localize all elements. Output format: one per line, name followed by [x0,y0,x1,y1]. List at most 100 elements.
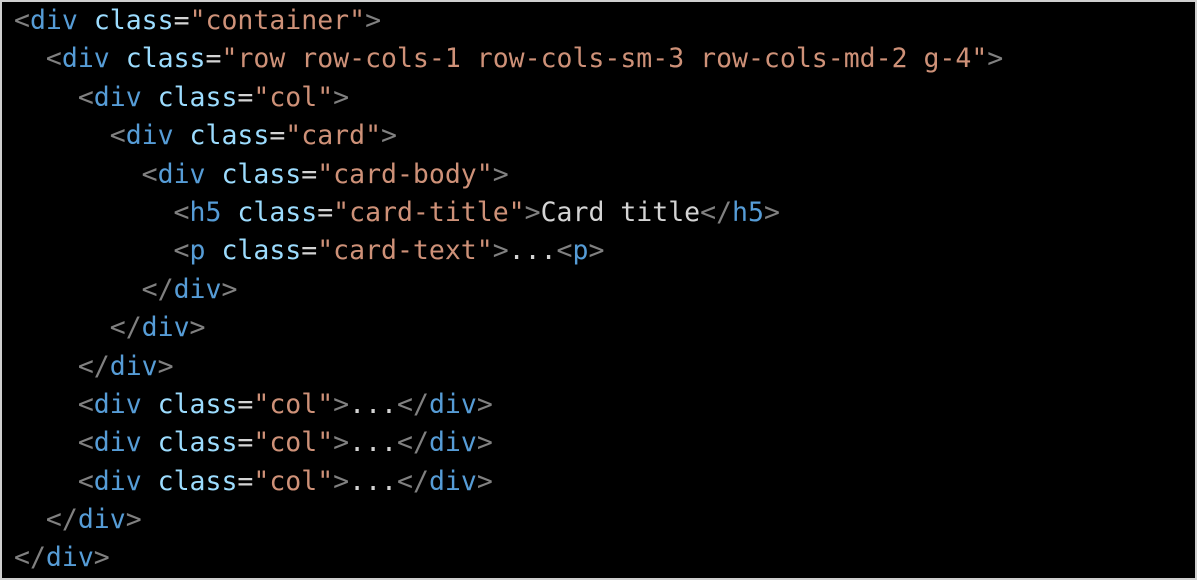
code-token-eq: = [237,81,254,113]
code-token-text: ... [349,427,398,459]
code-token-tag: div [93,465,142,497]
code-token-punct: > [476,465,493,497]
code-token-tag: div [141,312,190,344]
code-token-punct: </ [77,350,110,382]
code-token-punct: > [476,427,493,459]
code-token-attr: class [221,235,302,267]
code-snippet-panel: <div class="container"> <div class="row … [0,0,1197,580]
code-token-tag: div [45,542,94,574]
code-token-punct: > [365,5,382,36]
code-token-attr: class [125,43,206,75]
code-token-punct: < [77,388,94,420]
code-token-attr: class [157,465,238,497]
code-token-punct: > [221,273,238,305]
code-token-attr: class [157,427,238,459]
code-token-str: "card-title" [333,196,525,228]
code-token-eq: = [237,388,254,420]
code-token-tag: div [93,81,142,113]
code-token-attr: class [189,120,270,152]
code-token-attr: class [157,388,238,420]
code-token-eq: = [173,5,190,36]
code-token-text: Card title [540,196,701,228]
code-token-punct: > [93,542,110,574]
code-token-eq: = [317,196,334,228]
code-token-str: "col" [253,81,334,113]
code-token-punct: </ [14,542,46,574]
code-token-punct: > [189,312,206,344]
code-token-punct: </ [45,504,78,536]
code-token-punct: > [333,427,350,459]
code-line: </div> [14,271,1195,309]
code-token-attr: class [157,81,238,113]
code-token-tag: div [428,427,477,459]
code-token-tag: p [572,235,589,267]
code-token-punct: > [524,196,541,228]
code-token-tag: h5 [189,196,222,228]
code-token-punct: </ [700,196,733,228]
code-token-punct: </ [109,312,142,344]
code-token-text: ... [349,388,398,420]
code-line: <div class="card-body"> [14,156,1195,194]
code-token-tag: div [428,465,477,497]
code-token-str: "col" [253,465,334,497]
code-token-attr: class [221,158,302,190]
code-token-punct: > [381,120,397,152]
code-token-str: "card" [285,120,382,152]
code-token-punct: > [333,81,350,113]
code-line: <div class="col"> [14,79,1195,117]
code-token-punct: > [333,388,350,420]
code-token-punct: < [14,5,30,36]
code-token-eq: = [237,465,254,497]
code-line: <p class="card-text">...<p> [14,232,1195,270]
code-token-str: "card-text" [317,235,493,267]
code-token-punct: </ [397,465,429,497]
code-line: <div class="col">...</div> [14,424,1195,462]
code-token-punct: > [763,196,780,228]
code-token-punct: > [492,235,509,267]
code-token-eq: = [205,43,222,75]
code-token-tag: div [61,43,110,75]
code-token-tag: div [109,350,158,382]
code-line: </div> [14,348,1195,386]
code-token-punct: < [173,235,190,267]
code-token-attr: class [237,196,318,228]
code-token-text: ... [349,465,398,497]
code-token-tag: div [428,388,477,420]
code-token-punct: < [173,196,190,228]
code-token-punct: > [476,388,493,420]
code-token-str: "container" [189,5,366,36]
code-token-tag: div [93,427,142,459]
code-line: </div> [14,539,1195,577]
code-token-punct: < [141,158,158,190]
code-line: <div class="card"> [14,117,1195,155]
code-token-punct: < [556,235,573,267]
code-token-punct: > [987,43,1004,75]
code-token-tag: div [125,120,174,152]
code-token-punct: > [333,465,350,497]
code-line: <h5 class="card-title">Card title</h5> [14,194,1195,232]
code-token-tag: div [29,5,78,36]
code-token-punct: < [109,120,126,152]
code-token-punct: </ [397,427,429,459]
code-token-tag: p [189,235,206,267]
code-line: <div class="row row-cols-1 row-cols-sm-3… [14,40,1195,78]
code-token-punct: < [77,465,94,497]
code-line: </div> [14,309,1195,347]
code-token-punct: < [77,427,94,459]
